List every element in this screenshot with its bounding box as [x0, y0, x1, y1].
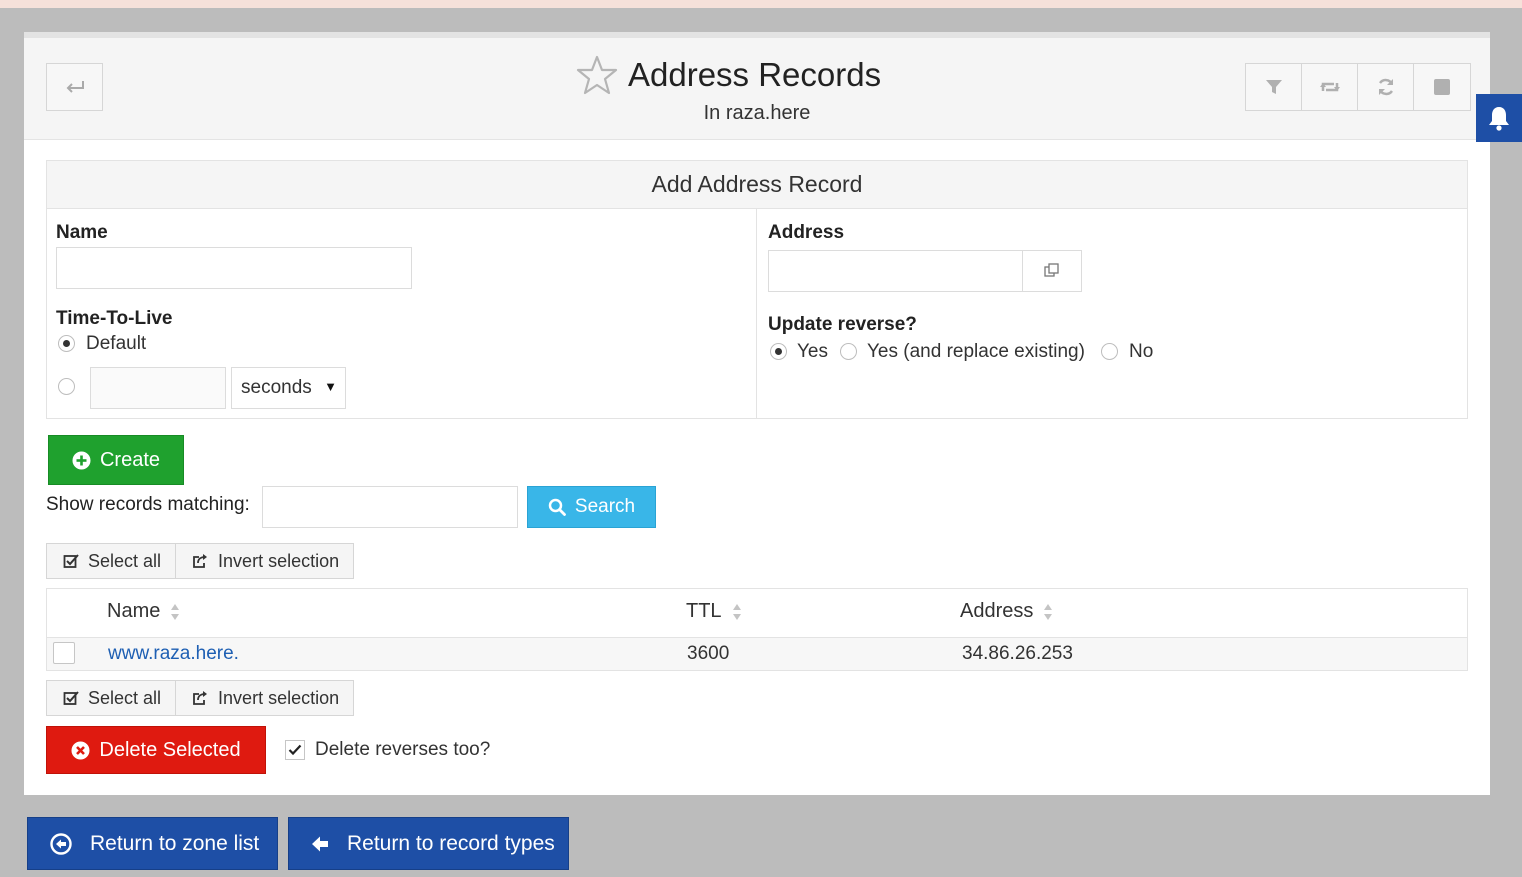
table-header: Name TTL Address — [47, 589, 1467, 638]
record-ttl: 3600 — [687, 643, 730, 664]
share-square-icon — [193, 691, 208, 705]
stop-icon — [1434, 79, 1450, 95]
delete-reverses-label: Delete reverses too? — [315, 739, 491, 760]
select-all-label: Select all — [88, 550, 162, 571]
ttl-unit-select[interactable]: seconds ▼ — [231, 367, 346, 409]
select-all-button[interactable]: Select all — [47, 681, 177, 715]
select-all-button[interactable]: Select all — [47, 544, 177, 578]
delete-reverses-checkbox[interactable] — [285, 740, 305, 760]
sort-icon — [732, 603, 741, 620]
show-matching-label: Show records matching: — [46, 494, 250, 515]
address-input[interactable] — [768, 250, 1024, 292]
invert-selection-label: Invert selection — [218, 687, 340, 708]
reverse-replace-label: Yes (and replace existing) — [867, 341, 1085, 362]
top-strip — [0, 0, 1522, 8]
reverse-replace-radio[interactable] — [840, 343, 857, 360]
column-divider — [756, 209, 757, 418]
row-checkbox[interactable] — [53, 642, 75, 664]
filter-button[interactable] — [1246, 64, 1302, 110]
return-record-types-label: Return to record types — [347, 831, 555, 855]
invert-selection-label: Invert selection — [218, 550, 340, 571]
ttl-default-radio[interactable] — [58, 335, 75, 352]
form-heading: Add Address Record — [47, 161, 1467, 209]
page-header: Address Records In raza.here — [24, 38, 1490, 140]
search-button[interactable]: Search — [527, 486, 656, 528]
return-record-types-button[interactable]: Return to record types — [288, 817, 569, 870]
dropdown-arrow-icon: ▼ — [324, 379, 337, 394]
star-icon[interactable] — [576, 54, 618, 96]
checkmark-icon — [288, 744, 302, 756]
column-header-ttl[interactable]: TTL — [686, 600, 742, 623]
ttl-unit-value: seconds — [241, 377, 312, 398]
name-label: Name — [56, 222, 108, 243]
add-record-form: Add Address Record Name Time-To-Live Def… — [46, 160, 1468, 419]
reverse-yes-radio[interactable] — [770, 343, 787, 360]
selection-toolbar-top: Select all Invert selection — [46, 543, 355, 579]
arrow-left-icon — [312, 836, 328, 851]
bell-icon — [1489, 107, 1509, 131]
ttl-default-label: Default — [86, 333, 147, 354]
stop-button[interactable] — [1414, 64, 1470, 110]
address-picker-button[interactable] — [1022, 250, 1082, 292]
return-zone-list-label: Return to zone list — [90, 831, 260, 855]
sort-icon — [1044, 603, 1053, 620]
invert-selection-button[interactable]: Invert selection — [176, 544, 353, 578]
record-name-link[interactable]: www.raza.here. — [108, 643, 239, 665]
refresh-icon — [1378, 78, 1393, 96]
ttl-custom-radio[interactable] — [58, 378, 75, 395]
update-reverse-label: Update reverse? — [768, 314, 917, 335]
delete-selected-button[interactable]: Delete Selected — [46, 726, 266, 774]
copy-icon — [1044, 263, 1059, 277]
column-header-address[interactable]: Address — [960, 600, 1053, 623]
filter-icon — [1265, 80, 1282, 94]
create-button[interactable]: Create — [48, 435, 184, 485]
retweet-icon — [1319, 82, 1340, 92]
records-table: Name TTL Address www.raza.here. 3600 34.… — [46, 588, 1468, 671]
delete-selected-label: Delete Selected — [99, 738, 241, 761]
notifications-button[interactable] — [1476, 94, 1522, 142]
record-address: 34.86.26.253 — [962, 643, 1073, 664]
search-label: Search — [574, 496, 636, 517]
arrow-circle-left-icon — [50, 832, 72, 855]
title-wrap: Address Records — [576, 50, 881, 100]
sort-icon — [171, 603, 180, 620]
refresh-button[interactable] — [1358, 64, 1414, 110]
reverse-no-radio[interactable] — [1101, 343, 1118, 360]
retweet-button[interactable] — [1302, 64, 1358, 110]
name-input[interactable] — [56, 247, 412, 289]
return-zone-list-button[interactable]: Return to zone list — [27, 817, 278, 870]
column-header-name[interactable]: Name — [107, 600, 180, 623]
search-input[interactable] — [262, 486, 518, 528]
create-label: Create — [99, 448, 161, 471]
page-title: Address Records — [628, 56, 882, 93]
select-all-label: Select all — [88, 687, 162, 708]
reverse-no-label: No — [1129, 341, 1154, 362]
return-arrow-icon — [66, 81, 84, 93]
invert-selection-button[interactable]: Invert selection — [176, 681, 353, 715]
reverse-yes-label: Yes — [797, 341, 828, 362]
address-label: Address — [768, 222, 845, 243]
check-square-icon — [63, 554, 79, 568]
plus-circle-icon — [72, 451, 91, 469]
ttl-input[interactable] — [90, 367, 226, 409]
times-circle-icon — [71, 741, 90, 759]
table-row: www.raza.here. 3600 34.86.26.253 — [47, 638, 1467, 670]
ttl-label: Time-To-Live — [56, 308, 173, 329]
share-square-icon — [193, 554, 208, 568]
search-icon — [548, 498, 566, 516]
header-toolbar — [1245, 63, 1471, 111]
main-panel: Address Records In raza.here Add Address… — [24, 32, 1490, 795]
check-square-icon — [63, 691, 79, 705]
selection-toolbar-bottom: Select all Invert selection — [46, 680, 355, 716]
